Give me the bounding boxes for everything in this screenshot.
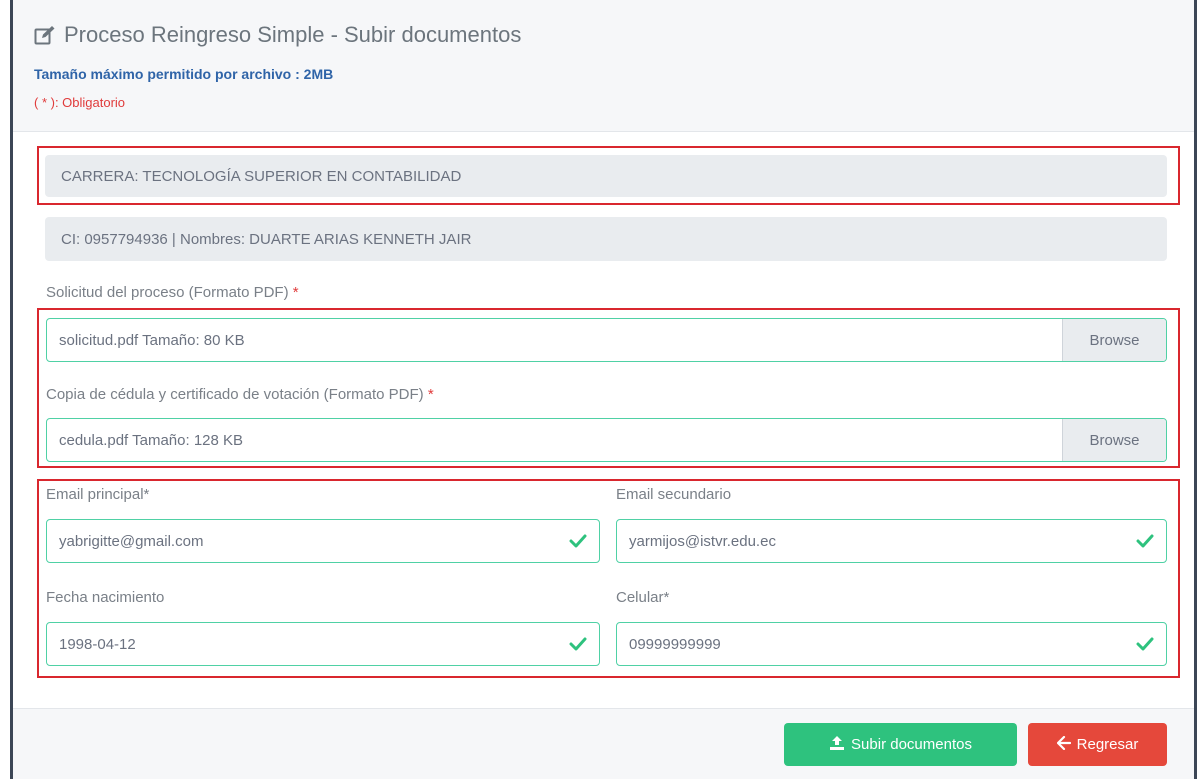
max-size-note: Tamaño máximo permitido por archivo : 2M… [34,66,334,82]
fecha-nacimiento-input[interactable]: 1998-04-12 [46,622,600,666]
upload-button-label: Subir documentos [851,736,972,753]
page-title: Proceso Reingreso Simple - Subir documen… [34,22,521,48]
email-principal-label: Email principal* [46,486,150,503]
email-secundario-label: Email secundario [616,486,732,503]
email-secundario-input[interactable]: yarmijos@istvr.edu.ec [616,519,1167,563]
browse-button[interactable]: Browse [1062,319,1166,361]
arrow-left-icon [1056,735,1071,754]
file-label-solicitud: Solicitud del proceso (Formato PDF) * [46,284,299,301]
edit-icon [34,25,56,45]
cedula-file-input[interactable]: cedula.pdf Tamaño: 128 KB Browse [46,418,1167,462]
celular-input[interactable]: 09999999999 [616,622,1167,666]
back-button-label: Regresar [1076,736,1139,753]
check-icon [569,636,587,656]
file-name: solicitud.pdf Tamaño: 80 KB [59,331,245,349]
check-icon [1136,636,1154,656]
required-mark: * [427,386,434,403]
browse-button[interactable]: Browse [1062,419,1166,461]
celular-label: Celular* [616,589,670,606]
required-note: ( * ): Obligatorio [34,95,126,110]
page-title-text: Proceso Reingreso Simple - Subir documen… [64,22,522,47]
upload-documents-button[interactable]: Subir documentos [784,723,1017,766]
check-icon [1136,533,1154,553]
back-button[interactable]: Regresar [1028,723,1167,766]
carrera-field: CARRERA: TECNOLOGÍA SUPERIOR EN CONTABIL… [45,155,1167,197]
upload-icon [829,735,845,755]
check-icon [569,533,587,553]
email-principal-input[interactable]: yabrigitte@gmail.com [46,519,600,563]
file-name: cedula.pdf Tamaño: 128 KB [59,431,244,449]
required-mark: * [292,284,299,301]
file-label-cedula: Copia de cédula y certificado de votació… [46,386,434,403]
student-field: CI: 0957794936 | Nombres: DUARTE ARIAS K… [45,217,1167,261]
fecha-nacimiento-label: Fecha nacimiento [46,589,165,606]
solicitud-file-input[interactable]: solicitud.pdf Tamaño: 80 KB Browse [46,318,1167,362]
